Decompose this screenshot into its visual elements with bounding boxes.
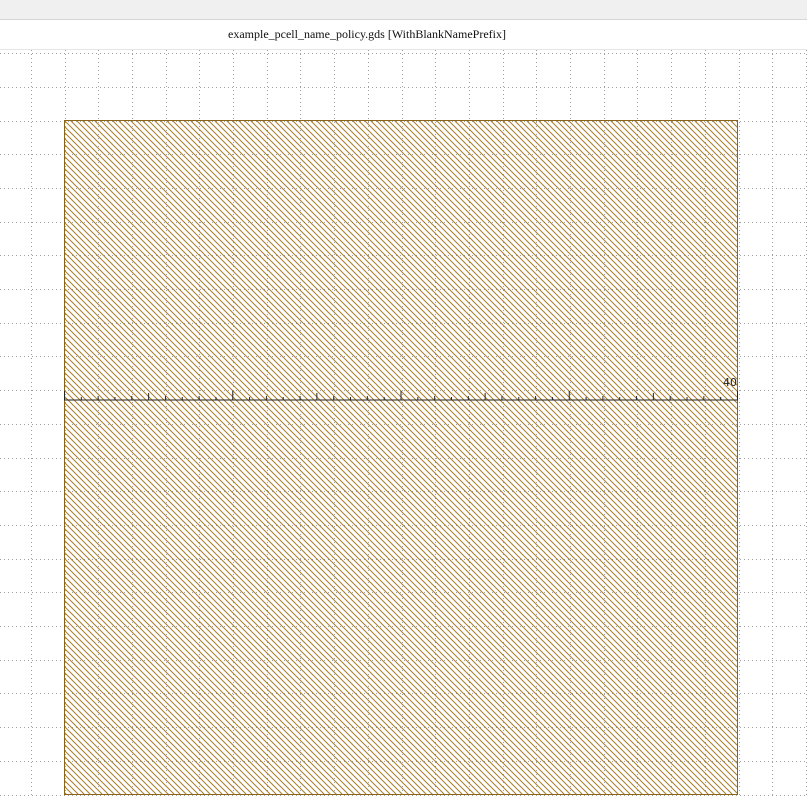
layout-shape-rect[interactable] — [64, 120, 738, 795]
ruler-value-label: 40 — [723, 376, 737, 389]
window-top-bar — [0, 0, 807, 20]
layout-canvas[interactable]: 40 — [0, 50, 807, 798]
title-bar: example_pcell_name_policy.gds [WithBlank… — [0, 20, 807, 50]
layout-svg: 40 — [0, 50, 807, 798]
layout-title: example_pcell_name_policy.gds [WithBlank… — [228, 27, 506, 41]
